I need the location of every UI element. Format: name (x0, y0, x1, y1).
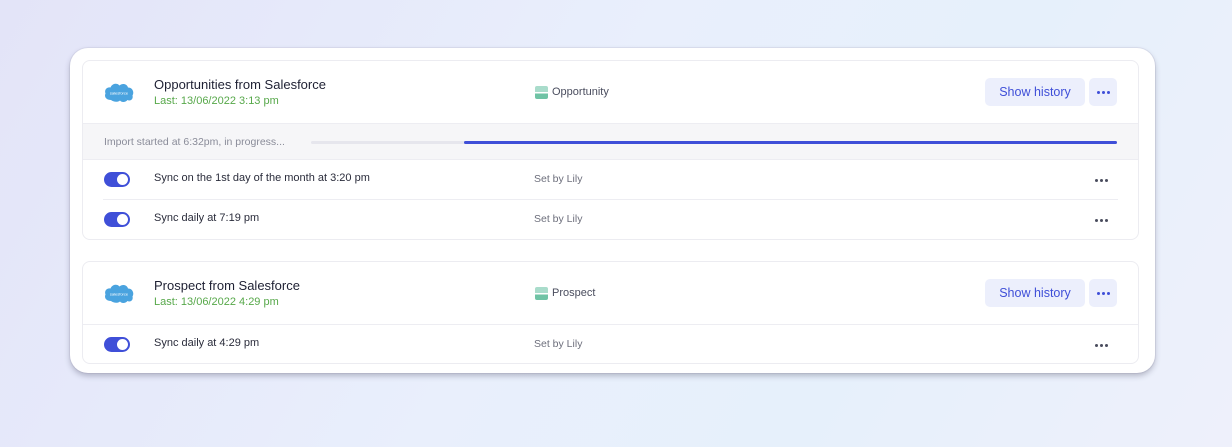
more-horizontal-icon (1094, 178, 1108, 182)
integration-card-prospect: salesforce Prospect from Salesforce Last… (82, 261, 1139, 364)
progress-fill (464, 141, 1117, 144)
integrations-panel: salesforce Opportunities from Salesforce… (70, 48, 1155, 373)
integration-title: Opportunities from Salesforce (154, 77, 326, 92)
integration-header: salesforce Opportunities from Salesforce… (83, 61, 1138, 123)
schedule-more-button[interactable] (1093, 173, 1109, 187)
last-sync-time: Last: 13/06/2022 3:13 pm (154, 95, 279, 107)
show-history-button[interactable]: Show history (985, 78, 1085, 106)
set-by-label: Set by Lily (534, 213, 583, 225)
integration-card-opportunities: salesforce Opportunities from Salesforce… (82, 60, 1139, 240)
import-status-text: Import started at 6:32pm, in progress... (104, 136, 285, 148)
salesforce-cloud-icon: salesforce (105, 284, 134, 303)
more-options-button[interactable] (1089, 78, 1117, 106)
schedule-label: Sync on the 1st day of the month at 3:20… (154, 172, 370, 184)
last-sync-time: Last: 13/06/2022 4:29 pm (154, 296, 279, 308)
schedule-toggle[interactable] (104, 212, 130, 227)
more-horizontal-icon (1096, 291, 1110, 295)
more-horizontal-icon (1094, 343, 1108, 347)
set-by-label: Set by Lily (534, 338, 583, 350)
schedule-more-button[interactable] (1093, 338, 1109, 352)
import-progress: Import started at 6:32pm, in progress... (83, 123, 1138, 160)
salesforce-logo-text: salesforce (110, 91, 129, 96)
schedule-label: Sync daily at 7:19 pm (154, 212, 260, 224)
schedule-row: Sync on the 1st day of the month at 3:20… (83, 160, 1138, 200)
schedule-toggle[interactable] (104, 172, 130, 187)
more-horizontal-icon (1096, 90, 1110, 94)
object-name: Prospect (552, 287, 596, 299)
schedule-more-button[interactable] (1093, 213, 1109, 227)
integration-header: salesforce Prospect from Salesforce Last… (83, 262, 1138, 324)
table-object-icon (535, 85, 548, 99)
salesforce-logo-text: salesforce (110, 292, 129, 297)
progress-track (311, 141, 1117, 144)
object-badge: Prospect (535, 285, 595, 301)
set-by-label: Set by Lily (534, 173, 583, 185)
more-options-button[interactable] (1089, 279, 1117, 307)
schedule-row: Sync daily at 7:19 pm Set by Lily (83, 200, 1138, 239)
object-badge: Opportunity (535, 84, 609, 100)
object-name: Opportunity (552, 86, 609, 98)
schedule-label: Sync daily at 4:29 pm (154, 337, 260, 349)
schedule-row: Sync daily at 4:29 pm Set by Lily (83, 324, 1138, 363)
table-object-icon (535, 286, 548, 300)
show-history-button[interactable]: Show history (985, 279, 1085, 307)
more-horizontal-icon (1094, 218, 1108, 222)
schedule-toggle[interactable] (104, 337, 130, 352)
integration-title: Prospect from Salesforce (154, 278, 300, 293)
salesforce-cloud-icon: salesforce (105, 83, 134, 102)
